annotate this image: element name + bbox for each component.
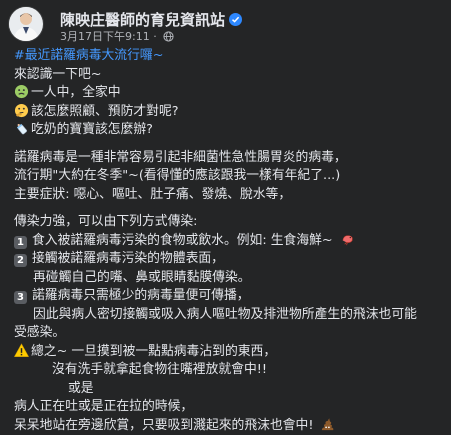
- list-item-3-line3: 受感染。: [14, 324, 441, 343]
- sick-face-icon: [14, 84, 29, 99]
- paragraph-gap: [14, 204, 441, 213]
- list-item-1-text: 食入被諾羅病毒污染的食物或飲水。例如: 生食海鮮~: [32, 233, 333, 248]
- warning-line-1: 總之~ 一旦摸到被一點點病毒沾到的東西，: [14, 343, 441, 362]
- warning-line-3: 或是: [14, 380, 441, 399]
- paragraph1-line3: 主要症狀: 噁心、嘔吐、肚子痛、發燒、脫水等，: [14, 186, 441, 205]
- paragraph1-line2: 流行期"大約在冬季"~(看得懂的應該跟我一樣有年紀了...): [14, 167, 441, 186]
- list-item-3: 3 諾羅病毒只需極少的病毒量便可傳播，: [14, 287, 441, 306]
- hashtag-line: #最近諾羅病毒大流行囉~: [14, 47, 441, 66]
- warning-text-1: 總之~ 一旦摸到被一點點病毒沾到的東西，: [31, 344, 276, 359]
- page-name[interactable]: 陳映庄醫師的育兒資訊站: [60, 9, 242, 30]
- question-text-2: 該怎麼照顧、預防才對呢?: [31, 104, 179, 119]
- list-item-3-line2: 因此與病人密切接觸或吸入病人嘔吐物及排泄物所產生的飛沫也可能: [14, 306, 441, 325]
- warning-line-5: 呆呆地站在旁邊欣賞，只要吸到濺起來的飛沫也會中!: [14, 417, 441, 435]
- thinking-face-icon: [14, 103, 29, 118]
- shrimp-icon: [340, 232, 355, 247]
- verified-badge-icon: [229, 13, 242, 26]
- transmission-title: 傳染力強，可以由下列方式傳染:: [14, 213, 441, 232]
- list-item-3-text-line1: 諾羅病毒只需極少的病毒量便可傳播，: [32, 288, 250, 303]
- meta-separator: ·: [150, 30, 161, 43]
- question-line-3: 吃奶的寶寶該怎麼辦?: [14, 121, 441, 140]
- poop-icon: [320, 417, 335, 432]
- paragraph1-line1: 諾羅病毒是一種非常容易引起非細菌性急性腸胃炎的病毒，: [14, 149, 441, 168]
- globe-icon: [163, 31, 174, 42]
- question-line-1: 一人中，全家中: [14, 84, 441, 103]
- number-1-icon: 1: [14, 236, 27, 249]
- intro-line: 來認識一下吧~: [14, 66, 441, 85]
- list-item-2-text-line1: 接觸被諾羅病毒污染的物體表面，: [32, 251, 224, 266]
- list-item-2: 2 接觸被諾羅病毒污染的物體表面，: [14, 250, 441, 269]
- timestamp[interactable]: 3月17日下午9:11: [60, 30, 150, 43]
- post-header: 陳映庄醫師的育兒資訊站 3月17日下午9:11 ·: [8, 6, 443, 42]
- question-text-1: 一人中，全家中: [31, 85, 121, 100]
- warning-icon: [14, 343, 29, 358]
- hashtag-link[interactable]: #最近諾羅病毒大流行囉~: [14, 48, 163, 63]
- baby-bottle-icon: [14, 121, 29, 136]
- question-line-2: 該怎麼照顧、預防才對呢?: [14, 103, 441, 122]
- question-text-3: 吃奶的寶寶該怎麼辦?: [31, 122, 153, 137]
- paragraph-gap: [14, 140, 441, 149]
- list-item-1: 1 食入被諾羅病毒污染的食物或飲水。例如: 生食海鮮~: [14, 232, 441, 251]
- warning-line-4: 病人正在吐或是正在拉的時候，: [14, 398, 441, 417]
- post-meta: 3月17日下午9:11 ·: [60, 28, 174, 44]
- post-body: #最近諾羅病毒大流行囉~ 來認識一下吧~ 一人中，全家中 該怎麼照顧、預防才對呢…: [14, 47, 441, 435]
- warning-line-2: 沒有洗手就拿起食物往嘴裡放就會中!!: [14, 361, 441, 380]
- number-3-icon: 3: [14, 291, 27, 304]
- page-name-text[interactable]: 陳映庄醫師的育兒資訊站: [60, 11, 225, 29]
- facebook-post: 陳映庄醫師的育兒資訊站 3月17日下午9:11 · #最近諾羅病毒大流行囉~ 來…: [0, 0, 451, 433]
- number-2-icon: 2: [14, 254, 27, 267]
- warning-text-5: 呆呆地站在旁邊欣賞，只要吸到濺起來的飛沫也會中!: [14, 418, 313, 433]
- avatar[interactable]: [8, 6, 44, 42]
- list-item-2-line2: 再碰觸自己的嘴、鼻或眼睛黏膜傳染。: [14, 269, 441, 288]
